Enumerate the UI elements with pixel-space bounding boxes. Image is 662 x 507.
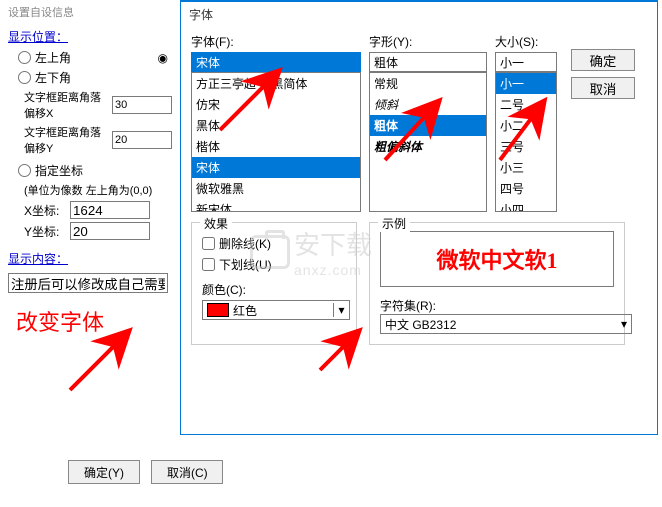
- charset-label: 字符集(R):: [380, 297, 614, 314]
- offset-x-label: 文字框距离角落偏移X: [24, 89, 110, 121]
- list-item[interactable]: 宋体: [192, 157, 360, 178]
- radio-coord-row[interactable]: 指定坐标: [18, 162, 172, 179]
- font-label: 字体(F):: [191, 33, 361, 50]
- radio-topleft[interactable]: [18, 51, 31, 64]
- strike-row[interactable]: 删除线(K): [202, 235, 346, 252]
- list-item[interactable]: 小一: [496, 73, 556, 94]
- list-item[interactable]: 小二: [496, 115, 556, 136]
- charset-value: 中文 GB2312: [385, 316, 456, 333]
- y-coord-row: Y坐标:: [24, 222, 172, 240]
- style-input[interactable]: [369, 52, 487, 72]
- y-input[interactable]: [70, 222, 150, 240]
- radio-topleft-row[interactable]: 左上角 ◉: [18, 49, 172, 66]
- offset-y-label: 文字框距离角落偏移Y: [24, 124, 110, 156]
- sample-box: 微软中文软1: [380, 231, 614, 287]
- list-item[interactable]: 仿宋: [192, 94, 360, 115]
- offset-y-input[interactable]: [112, 131, 172, 149]
- list-item[interactable]: 常规: [370, 73, 486, 94]
- list-item[interactable]: 楷体: [192, 136, 360, 157]
- sample-text: 微软中文软1: [436, 243, 557, 275]
- radio-bottomleft-label: 左下角: [35, 69, 71, 86]
- dialog-buttons: 确定 取消: [571, 49, 635, 212]
- effects-group: 效果 删除线(K) 下划线(U) 颜色(C): 红色 ▾: [191, 222, 357, 345]
- bottom-buttons: 确定(Y) 取消(C): [68, 460, 231, 484]
- list-item[interactable]: 小三: [496, 157, 556, 178]
- x-label: X坐标:: [24, 202, 70, 219]
- font-column: 字体(F): 方正三亭超 田黑简体仿宋黑体楷体宋体微软雅黑新宋体: [191, 33, 361, 212]
- style-label: 字形(Y):: [369, 33, 487, 50]
- chevron-down-icon[interactable]: ▾: [621, 317, 627, 331]
- radio-bottomleft-row[interactable]: 左下角: [18, 69, 172, 86]
- style-column: 字形(Y): 常规倾斜粗体粗偏斜体: [369, 33, 487, 212]
- radio-coord-label: 指定坐标: [35, 162, 83, 179]
- sample-title: 示例: [378, 215, 410, 232]
- sample-group: 示例 微软中文软1 字符集(R): 中文 GB2312 ▾: [369, 222, 625, 345]
- charset-select[interactable]: 中文 GB2312 ▾: [380, 314, 632, 334]
- font-dialog: 字体 字体(F): 方正三亭超 田黑简体仿宋黑体楷体宋体微软雅黑新宋体 字形(Y…: [180, 0, 658, 435]
- underline-row[interactable]: 下划线(U): [202, 256, 346, 273]
- x-input[interactable]: [70, 201, 150, 219]
- coord-hint: (单位为像数 左上角为(0,0): [24, 182, 172, 198]
- cancel-button[interactable]: 取消(C): [151, 460, 223, 484]
- ok-button[interactable]: 确定(Y): [68, 460, 140, 484]
- size-list[interactable]: 小一二号小二三号小三四号小四: [495, 72, 557, 212]
- annotation-change-font: 改变字体: [16, 305, 104, 337]
- x-coord-row: X坐标:: [24, 201, 172, 219]
- chevron-down-icon[interactable]: ▾: [333, 303, 349, 317]
- offset-x-row: 文字框距离角落偏移X: [24, 89, 172, 121]
- dialog-cancel-button[interactable]: 取消: [571, 77, 635, 99]
- radio-bottomleft[interactable]: [18, 71, 31, 84]
- list-item[interactable]: 新宋体: [192, 199, 360, 212]
- color-label: 颜色(C):: [202, 281, 346, 298]
- list-item[interactable]: 黑体: [192, 115, 360, 136]
- list-item[interactable]: 粗偏斜体: [370, 136, 486, 157]
- strike-checkbox[interactable]: [202, 237, 215, 250]
- underline-checkbox[interactable]: [202, 258, 215, 271]
- list-item[interactable]: 小四: [496, 199, 556, 212]
- font-list[interactable]: 方正三亭超 田黑简体仿宋黑体楷体宋体微软雅黑新宋体: [191, 72, 361, 212]
- list-item[interactable]: 方正三亭超 田黑简体: [192, 73, 360, 94]
- list-item[interactable]: 二号: [496, 94, 556, 115]
- size-label: 大小(S):: [495, 33, 557, 50]
- settings-panel: 设置自设信息 显示位置： 左上角 ◉ 左下角 文字框距离角落偏移X 文字框距离角…: [0, 0, 180, 507]
- dialog-ok-button[interactable]: 确定: [571, 49, 635, 71]
- font-dialog-title: 字体: [181, 2, 657, 27]
- position-group-label: 显示位置：: [8, 28, 172, 45]
- radio-topleft-label: 左上角: [35, 49, 71, 66]
- underline-label: 下划线(U): [219, 256, 272, 273]
- list-item[interactable]: 微软雅黑: [192, 178, 360, 199]
- color-swatch: [207, 303, 229, 317]
- list-item[interactable]: 四号: [496, 178, 556, 199]
- size-input[interactable]: [495, 52, 557, 72]
- charset-row: 字符集(R): 中文 GB2312 ▾: [380, 297, 614, 334]
- list-item[interactable]: 三号: [496, 136, 556, 157]
- effects-title: 效果: [200, 215, 232, 232]
- content-group-label: 显示内容：: [8, 250, 172, 267]
- window-title: 设置自设信息: [8, 4, 172, 20]
- y-label: Y坐标:: [24, 223, 70, 240]
- offset-y-row: 文字框距离角落偏移Y: [24, 124, 172, 156]
- size-column: 大小(S): 小一二号小二三号小三四号小四: [495, 33, 557, 212]
- list-item[interactable]: 粗体: [370, 115, 486, 136]
- offset-x-input[interactable]: [112, 96, 172, 114]
- style-list[interactable]: 常规倾斜粗体粗偏斜体: [369, 72, 487, 212]
- radio-coord[interactable]: [18, 164, 31, 177]
- color-name: 红色: [233, 302, 257, 319]
- content-input[interactable]: [8, 273, 168, 293]
- font-name-input[interactable]: [191, 52, 361, 72]
- color-combo[interactable]: 红色 ▾: [202, 300, 350, 320]
- list-item[interactable]: 倾斜: [370, 94, 486, 115]
- strike-label: 删除线(K): [219, 235, 271, 252]
